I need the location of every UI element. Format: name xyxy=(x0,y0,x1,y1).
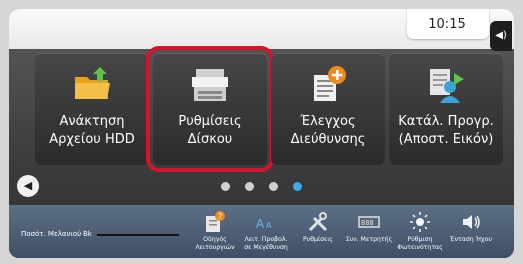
tile-label: Έλεγχος Διεύθυνσης xyxy=(290,114,366,147)
tile-label: Ανάκτηση Αρχείου HDD xyxy=(49,114,135,147)
enlarge-display-label: Λειτ. Προβολ. σε Μεγέθυνση xyxy=(244,236,288,251)
toner-label: Ποσότ. Μελανιού xyxy=(21,230,82,238)
page-dot xyxy=(269,182,278,191)
page-dot xyxy=(221,182,230,191)
toner-status: Ποσότ. Μελανιού Bk xyxy=(21,230,179,238)
tile-hdd-file-retrieve[interactable]: Ανάκτηση Αρχείου HDD xyxy=(35,53,149,165)
tile-address-check[interactable]: Έλεγχος Διεύθυνσης xyxy=(271,53,385,165)
brightness-button[interactable]: Ρύθμιση Φωτεινότητας xyxy=(395,210,445,258)
counter-icon: 888 xyxy=(358,216,380,228)
tile-label: Ρυθμίσεις Δίσκου xyxy=(178,114,242,147)
tile-label: Κατάλ. Προγρ. (Αποστ. Εικόν) xyxy=(398,114,494,147)
touch-screen: 10:15 ◀) Ανάκτηση Αρχείου HDD Ρυθμίσεις … xyxy=(9,9,514,258)
operation-guide-label: Οδηγός Λειτουργιών xyxy=(195,236,235,251)
volume-button[interactable]: Ένταση Ήχου xyxy=(446,210,496,258)
guide-icon: ? xyxy=(206,211,225,232)
brightness-label: Ρύθμιση Φωτεινότητας xyxy=(397,236,443,251)
address-check-icon xyxy=(308,65,348,103)
program-list-icon xyxy=(426,65,466,103)
tile-program-list[interactable]: Κατάλ. Προγρ. (Αποστ. Εικόν) xyxy=(389,53,503,165)
brightness-icon xyxy=(410,212,430,232)
settings-button[interactable]: Ρυθμίσεις xyxy=(293,210,343,258)
svg-text:?: ? xyxy=(218,212,222,221)
svg-text:A: A xyxy=(256,217,265,231)
speaker-icon: ◀) xyxy=(495,30,507,41)
tools-icon xyxy=(308,212,328,232)
toner-level-bar xyxy=(97,234,179,236)
copier-icon xyxy=(190,65,230,103)
page-indicator xyxy=(221,182,321,192)
settings-label: Ρυθμίσεις xyxy=(302,236,334,243)
top-volume-button[interactable]: ◀) xyxy=(490,21,512,51)
total-count-label: Συν. Μετρητής xyxy=(345,236,393,243)
volume-label: Ένταση Ήχου xyxy=(449,236,493,243)
toner-color-label: Bk xyxy=(83,230,92,238)
folder-upload-icon xyxy=(72,65,112,103)
svg-text:A: A xyxy=(266,221,272,230)
page-dot-active xyxy=(293,182,302,191)
page-dot xyxy=(245,182,254,191)
enlarge-display-button[interactable]: A A Λειτ. Προβολ. σε Μεγέθυνση xyxy=(241,210,291,258)
panel-frame: 10:15 ◀) Ανάκτηση Αρχείου HDD Ρυθμίσεις … xyxy=(0,0,523,264)
tile-document-filing-settings[interactable]: Ρυθμίσεις Δίσκου xyxy=(146,46,274,172)
operation-guide-button[interactable]: ? Οδηγός Λειτουργιών xyxy=(190,210,240,258)
clock: 10:15 xyxy=(428,17,466,32)
magnify-text-icon: A A xyxy=(256,217,272,231)
total-count-button[interactable]: 888 Συν. Μετρητής xyxy=(344,210,394,258)
speaker-icon xyxy=(463,215,480,229)
chevron-left-icon: ◀ xyxy=(23,179,33,192)
page-prev-button[interactable]: ◀ xyxy=(17,175,39,197)
svg-text:888: 888 xyxy=(361,219,374,227)
